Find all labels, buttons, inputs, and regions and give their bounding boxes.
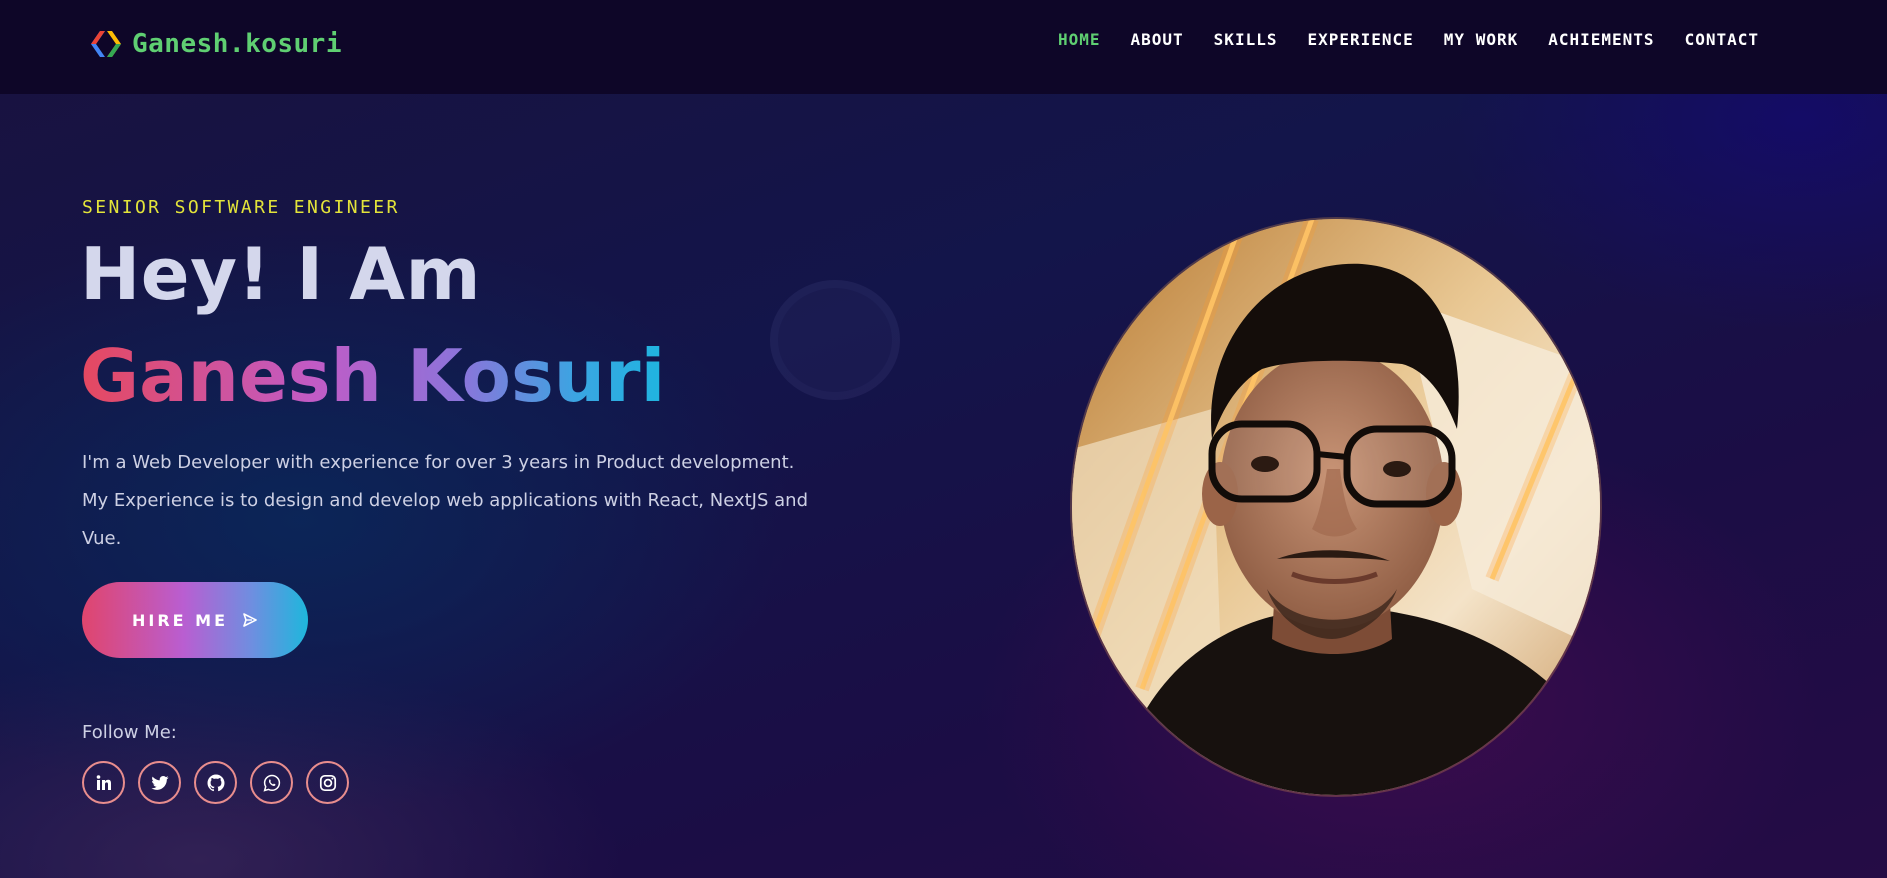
brand-logo[interactable]: Ganesh.kosuri bbox=[88, 26, 342, 62]
hire-me-label: HIRE ME bbox=[131, 610, 228, 630]
hire-me-button[interactable]: HIRE ME bbox=[82, 582, 308, 658]
instagram-link[interactable] bbox=[306, 761, 349, 804]
twitter-icon bbox=[150, 775, 168, 790]
site-header: Ganesh.kosuri HOME ABOUT SKILLS EXPERIEN… bbox=[0, 0, 1887, 94]
instagram-icon bbox=[319, 774, 336, 791]
hero-name: Ganesh Kosuri bbox=[80, 334, 666, 418]
nav-item-contact[interactable]: CONTACT bbox=[1685, 30, 1759, 49]
github-link[interactable] bbox=[194, 761, 237, 804]
hero-intro: I'm a Web Developer with experience for … bbox=[82, 452, 809, 549]
profile-photo bbox=[1072, 219, 1600, 795]
hero-greeting: Hey! I Am bbox=[80, 232, 482, 316]
nav-item-home[interactable]: HOME bbox=[1058, 30, 1101, 49]
brand-name: Ganesh.kosuri bbox=[132, 29, 342, 59]
github-icon bbox=[207, 774, 224, 791]
job-title: SENIOR SOFTWARE ENGINEER bbox=[82, 197, 400, 218]
follow-label: Follow Me: bbox=[82, 722, 177, 743]
decorative-shape bbox=[770, 280, 900, 400]
nav-item-achievements[interactable]: ACHIEMENTS bbox=[1548, 30, 1654, 49]
send-icon bbox=[243, 613, 257, 627]
linkedin-icon bbox=[96, 774, 111, 790]
whatsapp-icon bbox=[263, 774, 280, 792]
linkedin-link[interactable] bbox=[82, 761, 125, 804]
nav-item-experience[interactable]: EXPERIENCE bbox=[1307, 30, 1413, 49]
page-background bbox=[0, 0, 1887, 878]
whatsapp-link[interactable] bbox=[250, 761, 293, 804]
nav-item-my-work[interactable]: MY WORK bbox=[1444, 30, 1518, 49]
code-brackets-icon bbox=[91, 31, 121, 57]
nav-item-skills[interactable]: SKILLS bbox=[1214, 30, 1278, 49]
social-links bbox=[82, 761, 349, 804]
profile-photo-illustration bbox=[1072, 219, 1600, 795]
main-nav: HOME ABOUT SKILLS EXPERIENCE MY WORK ACH… bbox=[1058, 30, 1759, 49]
twitter-link[interactable] bbox=[138, 761, 181, 804]
nav-item-about[interactable]: ABOUT bbox=[1131, 30, 1184, 49]
